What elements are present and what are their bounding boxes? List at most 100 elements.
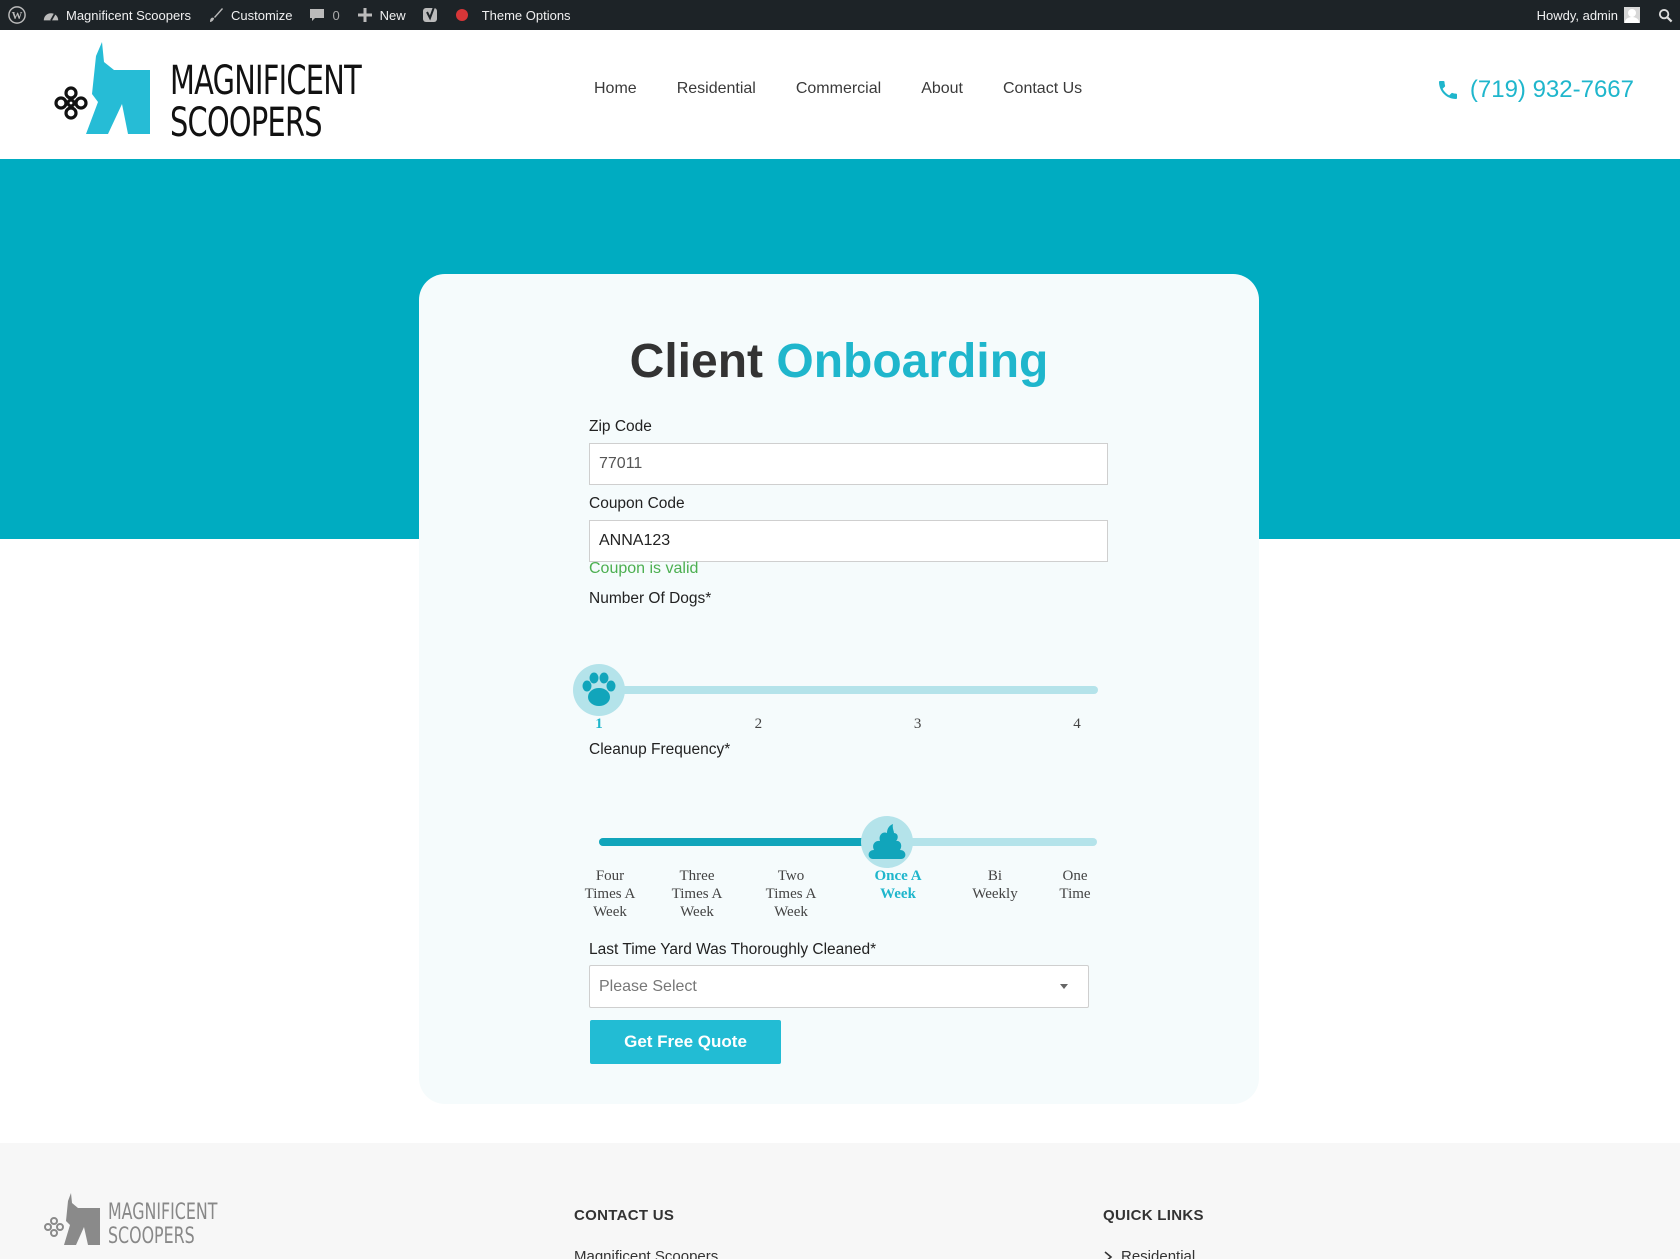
search-icon xyxy=(1656,6,1674,24)
admin-bar: W Magnificent Scoopers Customize 0 New T… xyxy=(0,0,1680,30)
last-cleaned-select[interactable]: Please Select xyxy=(589,965,1089,1008)
dogs-slider-track[interactable] xyxy=(595,686,1098,694)
dogs-label: Number Of Dogs* xyxy=(589,590,712,607)
frequency-option-line: Three xyxy=(679,868,715,884)
onboarding-card: Client Onboarding Zip Code 77011 Coupon … xyxy=(419,274,1259,1104)
logo-wordmark: MAGNIFICENT SCOOPERS xyxy=(170,58,362,146)
frequency-slider-fill xyxy=(599,838,887,846)
footer-logo-line-1: MAGNIFICENT xyxy=(108,1200,218,1225)
last-cleaned-placeholder: Please Select xyxy=(599,977,697,995)
footer-logo[interactable]: MAGNIFICENT SCOOPERS xyxy=(44,1193,217,1253)
seo-plugin-button[interactable] xyxy=(414,0,448,30)
frequency-option-line: Week xyxy=(680,904,714,920)
footer-link-residential[interactable]: Residential xyxy=(1103,1248,1195,1259)
nav-residential[interactable]: Residential xyxy=(677,80,756,98)
coupon-label: Coupon Code xyxy=(589,495,685,512)
greeting-label: Howdy, admin xyxy=(1536,7,1618,23)
customize-link[interactable]: Customize xyxy=(199,0,300,30)
nav-home[interactable]: Home xyxy=(594,80,637,98)
frequency-option-line: Week xyxy=(593,904,627,920)
comments-count: 0 xyxy=(332,7,340,23)
dogs-tick-1[interactable]: 1 xyxy=(595,715,603,733)
logo-line-2: SCOOPERS xyxy=(170,100,323,146)
brush-icon xyxy=(207,6,225,24)
logo-line-1: MAGNIFICENT xyxy=(170,58,362,104)
frequency-option-line: One xyxy=(1062,868,1088,884)
frequency-option-5[interactable]: One Time xyxy=(1059,867,1090,903)
wordpress-icon: W xyxy=(8,6,26,24)
nav-contact-us[interactable]: Contact Us xyxy=(1003,80,1082,98)
frequency-option-line: Time xyxy=(1059,886,1091,902)
theme-options-label: Theme Options xyxy=(481,7,571,23)
dogs-tick-3[interactable]: 3 xyxy=(914,715,922,733)
paw-icon xyxy=(582,672,616,706)
dogs-slider-handle[interactable] xyxy=(573,664,625,716)
frequency-option-line: Times A xyxy=(765,886,817,902)
frequency-option-line: Weekly xyxy=(972,886,1018,902)
frequency-option-2[interactable]: Two Times A Week xyxy=(766,867,817,921)
frequency-option-4[interactable]: Bi Weekly xyxy=(972,867,1017,903)
frequency-slider-handle[interactable] xyxy=(861,816,913,868)
frequency-option-line: Week xyxy=(774,904,808,920)
frequency-option-3[interactable]: Once A Week xyxy=(874,867,921,903)
footer-contact-line: Magnificent Scoopers xyxy=(574,1248,719,1259)
footer-links-heading: QUICK LINKS xyxy=(1103,1207,1204,1224)
zip-code-input[interactable]: 77011 xyxy=(589,443,1108,485)
title-accent: Onboarding xyxy=(776,335,1049,388)
frequency-option-line: Week xyxy=(880,886,916,902)
dogs-tick-2[interactable]: 2 xyxy=(755,715,763,733)
phone-link[interactable]: (719) 932-7667 xyxy=(1436,76,1634,104)
frequency-option-0[interactable]: Four Times A Week xyxy=(585,867,636,921)
coupon-status: Coupon is valid xyxy=(589,560,699,577)
page-title: Client Onboarding xyxy=(419,334,1259,389)
my-account-link[interactable]: Howdy, admin xyxy=(1529,0,1648,30)
dashboard-icon xyxy=(42,6,60,24)
new-label: New xyxy=(379,7,406,23)
coupon-code-input[interactable]: ANNA123 xyxy=(589,520,1108,562)
nav-about[interactable]: About xyxy=(921,80,963,98)
frequency-option-line: Four xyxy=(595,868,625,884)
coupon-value: ANNA123 xyxy=(599,532,671,549)
frequency-option-line: Times A xyxy=(584,886,636,902)
site-name-link[interactable]: Magnificent Scoopers xyxy=(34,0,199,30)
zip-value: 77011 xyxy=(599,455,643,472)
frequency-option-line: Times A xyxy=(671,886,723,902)
dogs-tick-4[interactable]: 4 xyxy=(1073,715,1081,733)
svg-text:W: W xyxy=(12,10,23,22)
phone-icon xyxy=(1438,81,1457,99)
site-footer: MAGNIFICENT SCOOPERS CONTACT US Magnific… xyxy=(0,1143,1680,1259)
main-nav: Home Residential Commercial About Contac… xyxy=(594,80,1082,98)
chevron-right-icon xyxy=(1104,1250,1113,1259)
poop-icon xyxy=(868,824,906,859)
comment-bubble-icon xyxy=(308,6,326,24)
plus-icon xyxy=(356,6,374,24)
theme-options-link[interactable]: Theme Options xyxy=(448,0,579,30)
admin-search-button[interactable] xyxy=(1648,0,1680,30)
chevron-down-icon xyxy=(1060,984,1068,989)
site-name-label: Magnificent Scoopers xyxy=(66,7,192,23)
frequency-option-1[interactable]: Three Times A Week xyxy=(672,867,723,921)
frequency-option-line: Once A xyxy=(874,868,922,884)
footer-contact-heading: CONTACT US xyxy=(574,1207,675,1224)
last-cleaned-label: Last Time Yard Was Thoroughly Cleaned* xyxy=(589,941,877,958)
site-logo[interactable]: MAGNIFICENT SCOOPERS xyxy=(52,42,362,148)
footer-link-label: Residential xyxy=(1121,1248,1196,1259)
zip-label: Zip Code xyxy=(589,418,652,435)
dog-logo-icon xyxy=(54,42,150,134)
footer-logo-wordmark: MAGNIFICENT SCOOPERS xyxy=(108,1201,217,1249)
footer-dog-logo-icon xyxy=(44,1193,100,1245)
comments-link[interactable]: 0 xyxy=(300,0,347,30)
title-main: Client xyxy=(629,335,764,388)
frequency-option-line: Bi xyxy=(987,868,1003,884)
customize-label: Customize xyxy=(231,7,293,23)
nav-commercial[interactable]: Commercial xyxy=(796,80,881,98)
get-free-quote-button[interactable]: Get Free Quote xyxy=(590,1020,781,1064)
phone-number: (719) 932-7667 xyxy=(1469,76,1634,103)
status-dot-icon xyxy=(455,9,468,21)
yoast-icon xyxy=(422,6,440,24)
footer-contact-name: Magnificent Scoopers xyxy=(574,1248,718,1259)
wordpress-logo-button[interactable]: W xyxy=(0,0,34,30)
new-content-link[interactable]: New xyxy=(348,0,414,30)
site-header: MAGNIFICENT SCOOPERS Home Residential Co… xyxy=(0,30,1680,159)
footer-logo-line-2: SCOOPERS xyxy=(108,1224,195,1249)
